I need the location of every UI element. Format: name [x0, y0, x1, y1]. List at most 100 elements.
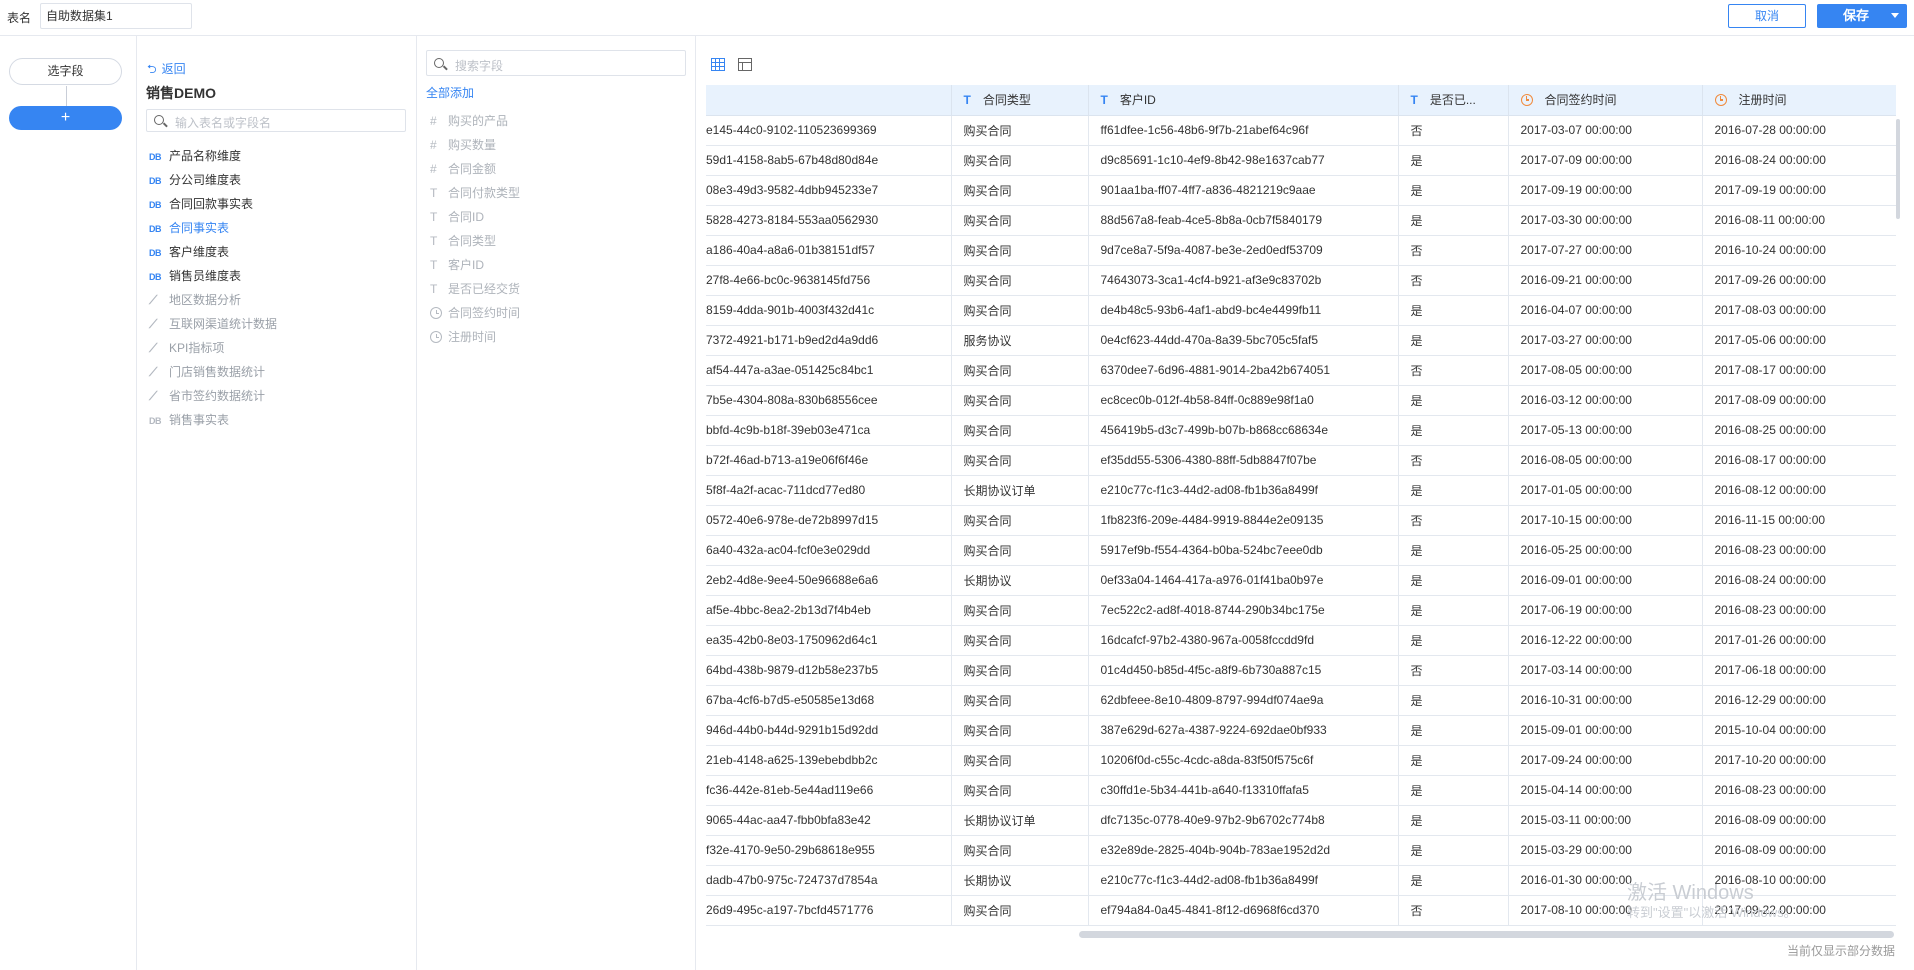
table-cell: 5917ef9b-f554-4364-b0ba-524bc7eee0db — [1088, 535, 1399, 566]
step-select-fields[interactable]: 选字段 — [9, 58, 122, 85]
table-cell: ef35dd55-5306-4380-88ff-5db8847f07be — [1088, 445, 1399, 476]
table-item[interactable]: ⟋ 省市签约数据统计 — [149, 384, 409, 408]
add-step-button[interactable]: + — [9, 106, 122, 130]
table-cell: 是 — [1398, 415, 1509, 446]
table-cell: 2017-03-07 00:00:00 — [1508, 115, 1703, 146]
column-header-label: 合同类型 — [982, 93, 1031, 108]
table-name-label: 表名 — [7, 11, 32, 25]
table-name-input[interactable]: 自助数据集1 — [40, 3, 192, 29]
table-cell: ff61dfee-1c56-48b6-9f7b-21abef64c96f — [1088, 115, 1399, 146]
table-item[interactable]: ⟋ KPI指标项 — [149, 336, 409, 360]
field-item[interactable]: # 合同金额 — [430, 157, 520, 181]
cell-value: 26d9-495c-a197-7bcfd4571776 — [706, 903, 874, 917]
table-cell: 67ba-4cf6-b7d5-e50585e13d68 — [706, 685, 952, 716]
table-cell: 2016-10-31 00:00:00 — [1508, 685, 1703, 716]
horizontal-scrollbar[interactable] — [1079, 931, 1894, 938]
table-header-row: T 合同类型 T 客户ID T 是否已... 合同签约时间 注册时间 — [706, 85, 1896, 116]
cell-value: dadb-47b0-975c-724737d7854a — [706, 873, 878, 887]
table-cell: 长期协议 — [951, 865, 1089, 896]
table-cell: 否 — [1398, 235, 1509, 266]
field-item[interactable]: T 客户ID — [430, 253, 520, 277]
cell-value: 2eb2-4d8e-9ee4-50e96688e6a6 — [706, 573, 879, 587]
table-cell: 27f8-4e66-bc0c-9638145fd756 — [706, 265, 952, 296]
table-cell: 2016-08-17 00:00:00 — [1702, 445, 1896, 476]
field-item[interactable]: # 购买的产品 — [430, 109, 520, 133]
column-header-label: 注册时间 — [1738, 93, 1787, 108]
table-cell: 购买合同 — [951, 835, 1089, 866]
table-row: af5e-4bbc-8ea2-2b13d7f4b4eb 购买合同 7ec522c2-… — [706, 595, 1896, 626]
column-header[interactable]: T 客户ID — [1088, 85, 1399, 116]
column-header[interactable] — [706, 85, 952, 116]
table-row: f32e-4170-9e50-29b68618e955 购买合同 e32e89de-… — [706, 835, 1896, 866]
search-icon — [434, 58, 444, 68]
add-all-link[interactable]: 全部添加 — [426, 84, 474, 101]
save-button[interactable]: 保存 — [1817, 4, 1907, 28]
vertical-scrollbar[interactable] — [1896, 119, 1900, 219]
table-cell: a186-40a4-a8a6-01b38151df57 — [706, 235, 952, 266]
table-cell: 是 — [1398, 535, 1509, 566]
table-cell: dfc7135c-0778-40e9-97b2-9b6702c774b8 — [1088, 805, 1399, 836]
fields-panel: 搜索字段 全部添加 # 购买的产品 # 购买数量 # 合同金额 T 合同付款类型 T 合同ID T 合… — [418, 36, 696, 970]
table-cell: 否 — [1398, 655, 1509, 686]
field-item[interactable]: T 合同ID — [430, 205, 520, 229]
table-cell: 长期协议订单 — [951, 475, 1089, 506]
field-item[interactable]: T 合同付款类型 — [430, 181, 520, 205]
table-cell: 2016-08-23 00:00:00 — [1702, 595, 1896, 626]
field-item[interactable]: 注册时间 — [430, 325, 520, 349]
chevron-down-icon[interactable] — [1891, 13, 1899, 18]
table-row: ea35-42b0-8e03-1750962d64c1 购买合同 16dcafcf-… — [706, 625, 1896, 656]
table-item[interactable]: DB 产品名称维度 — [149, 144, 409, 168]
table-item[interactable]: DB 合同回款事实表 — [149, 192, 409, 216]
field-item[interactable]: T 合同类型 — [430, 229, 520, 253]
table-row: 7372-4921-b171-b9ed2d4a9dd6 服务协议 0e4cf623-… — [706, 325, 1896, 356]
table-item-label: 分公司维度表 — [169, 173, 242, 187]
table-cell: 是 — [1398, 595, 1509, 626]
table-item-label: 销售事实表 — [169, 413, 230, 427]
table-cell: 2015-03-11 00:00:00 — [1508, 805, 1703, 836]
table-cell: 2016-08-12 00:00:00 — [1702, 475, 1896, 506]
table-row: 7b5e-4304-808a-830b68556cee 购买合同 ec8cec0b-… — [706, 385, 1896, 416]
field-search-input[interactable]: 搜索字段 — [426, 50, 686, 76]
table-view-icon[interactable] — [738, 58, 753, 71]
back-link[interactable]: ⮌ 返回 — [147, 60, 186, 81]
column-header[interactable]: 注册时间 — [1702, 85, 1896, 116]
table-cell: b72f-46ad-b713-a19e06f6f46e — [706, 445, 952, 476]
table-search-input[interactable]: 输入表名或字段名 — [146, 109, 406, 132]
table-list: DB 产品名称维度 DB 分公司维度表 DB 合同回款事实表 DB 合同事实表 DB 客户维度表 D… — [149, 144, 409, 432]
text-type-icon: T — [430, 210, 438, 224]
table-item[interactable]: ⟋ 门店销售数据统计 — [149, 360, 409, 384]
grid-view-icon[interactable] — [711, 58, 725, 71]
table-item-label: 销售员维度表 — [169, 269, 242, 283]
preview-table-container[interactable]: T 合同类型 T 客户ID T 是否已... 合同签约时间 注册时间 e145-44c0-91… — [706, 85, 1896, 930]
table-item[interactable]: DB 分公司维度表 — [149, 168, 409, 192]
table-item[interactable]: DB 合同事实表 — [149, 216, 409, 240]
cell-value: 946d-44b0-b44d-9291b15d92dd — [706, 723, 879, 737]
table-cell: c30ffd1e-5b34-441b-a640-f13310ffafa5 — [1088, 775, 1399, 806]
text-type-icon: T — [430, 282, 438, 296]
column-header[interactable]: 合同签约时间 — [1508, 85, 1703, 116]
column-header-label: 合同签约时间 — [1544, 93, 1617, 108]
table-cell: 购买合同 — [951, 355, 1089, 386]
field-item[interactable]: T 是否已经交货 — [430, 277, 520, 301]
column-header[interactable]: T 合同类型 — [951, 85, 1089, 116]
text-type-icon: T — [430, 258, 438, 272]
table-item[interactable]: DB 客户维度表 — [149, 240, 409, 264]
chart-icon: ⟋ — [149, 341, 157, 355]
table-item[interactable]: ⟋ 地区数据分析 — [149, 288, 409, 312]
field-item[interactable]: # 购买数量 — [430, 133, 520, 157]
table-cell: 是 — [1398, 805, 1509, 836]
cell-value: 8159-4dda-901b-4003f432d41c — [706, 303, 875, 317]
cancel-button[interactable]: 取消 — [1728, 4, 1806, 28]
table-cell: 购买合同 — [951, 415, 1089, 446]
table-item[interactable]: DB 销售员维度表 — [149, 264, 409, 288]
column-header[interactable]: T 是否已... — [1398, 85, 1509, 116]
clock-icon — [430, 331, 442, 343]
table-cell: 64bd-438b-9879-d12b58e237b5 — [706, 655, 952, 686]
table-item[interactable]: DB 销售事实表 — [149, 408, 409, 432]
field-item[interactable]: 合同签约时间 — [430, 301, 520, 325]
table-cell: 2017-08-05 00:00:00 — [1508, 355, 1703, 386]
chart-icon: ⟋ — [149, 293, 157, 307]
table-item[interactable]: ⟋ 互联网渠道统计数据 — [149, 312, 409, 336]
clock-icon — [1714, 94, 1727, 107]
table-cell: 长期协议 — [951, 565, 1089, 596]
